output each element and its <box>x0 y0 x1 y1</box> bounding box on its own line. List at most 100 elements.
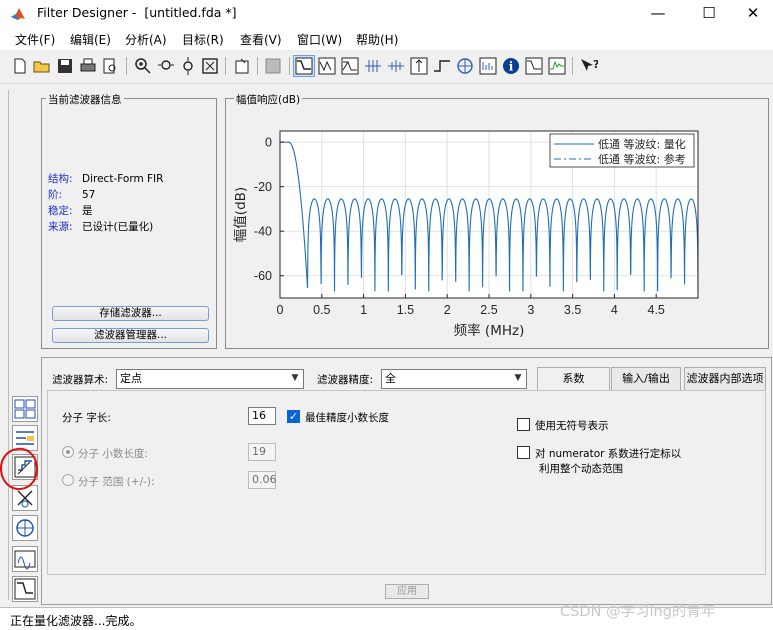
magnitude-response-icon[interactable] <box>293 55 315 77</box>
impulse-response-icon[interactable] <box>409 56 429 76</box>
matlab-logo-icon <box>10 6 26 22</box>
chevron-down-icon: ▼ <box>514 373 522 383</box>
title-bar: Filter Designer - [untitled.fda *] — ☐ ✕ <box>0 0 773 28</box>
group-delay-icon[interactable] <box>363 56 383 76</box>
toolbar: i ? <box>0 50 773 84</box>
tab-coefficients[interactable]: 系数 <box>537 367 610 391</box>
store-filter-button[interactable]: 存储滤波器... <box>52 306 209 321</box>
x-tick-label: 4.5 <box>648 303 665 317</box>
y-tick-label: -40 <box>254 225 272 239</box>
x-tick-label: 1.5 <box>397 303 414 317</box>
menu-targets[interactable]: 目标(R) <box>182 31 224 48</box>
zoom-in-icon[interactable] <box>133 56 153 76</box>
apply-button[interactable]: 应用 <box>385 584 429 599</box>
menu-edit[interactable]: 编辑(E) <box>70 31 111 48</box>
magnitude-response-chart: 0 0.5 1 1.5 2 2.5 3 3.5 4 4.5 0 -20 -40 -60 频率 (MHz) 幅值… <box>233 130 699 339</box>
magnitude-phase-icon[interactable] <box>340 56 360 76</box>
filter-info-title: 当前滤波器信息 <box>46 92 124 107</box>
y-tick-label: -20 <box>254 180 272 194</box>
filter-coefficients-icon[interactable] <box>478 56 498 76</box>
scale-numerator-label-line1: 对 numerator 系数进行定标以 <box>535 448 682 460</box>
numerator-wordlength-label: 分子 字长: <box>62 412 111 424</box>
range-label: 分子 范围 (+/-): <box>78 476 155 488</box>
range-radio[interactable] <box>62 474 74 486</box>
filter-info-icon[interactable]: i <box>501 56 521 76</box>
fraclength-radio[interactable] <box>62 446 74 458</box>
x-tick-label: 1 <box>360 303 367 317</box>
pole-zero-icon[interactable] <box>455 56 475 76</box>
toolbar-separator <box>289 57 290 75</box>
save-icon[interactable] <box>55 56 75 76</box>
toolbar-separator <box>257 57 258 75</box>
toolbar-separator <box>225 57 226 75</box>
full-view-icon[interactable] <box>200 56 220 76</box>
open-folder-icon[interactable] <box>32 56 52 76</box>
info-row-order: 阶: 57 <box>48 189 96 201</box>
info-row-source: 来源: 已设计(已量化) <box>48 221 154 233</box>
menu-help[interactable]: 帮助(H) <box>356 31 398 48</box>
menu-file[interactable]: 文件(F) <box>15 31 55 48</box>
x-tick-label: 3 <box>527 303 534 317</box>
arithmetic-value: 定点 <box>120 372 142 385</box>
status-text: 正在量化滤波器...完成。 <box>10 614 142 628</box>
legend-label-reference: 低通 等波纹: 参考 <box>598 152 686 166</box>
info-row-stable: 稳定: 是 <box>48 205 93 217</box>
svg-text:i: i <box>509 60 514 74</box>
x-tick-label: 2 <box>444 303 451 317</box>
multirate-filter-icon[interactable] <box>12 546 38 572</box>
y-tick-label: -60 <box>254 269 272 283</box>
step-response-icon[interactable] <box>432 56 452 76</box>
menu-view[interactable]: 查看(V) <box>240 31 282 48</box>
phase-response-icon[interactable] <box>317 56 337 76</box>
unsigned-label: 使用无符号表示 <box>535 420 609 432</box>
scale-numerator-checkbox[interactable] <box>517 446 530 459</box>
precision-label: 滤波器精度: <box>317 374 374 386</box>
fraclength-input[interactable]: 19 <box>248 443 276 461</box>
print-icon[interactable] <box>78 56 98 76</box>
filter-manager-button[interactable]: 滤波器管理器... <box>52 328 209 343</box>
unsigned-checkbox[interactable] <box>517 418 530 431</box>
range-input[interactable]: 0.06 <box>248 471 277 489</box>
new-file-icon[interactable] <box>10 56 30 76</box>
import-filter-icon[interactable] <box>12 515 38 541</box>
undock-figure-icon[interactable] <box>232 56 252 76</box>
toolbar-separator <box>572 57 573 75</box>
info-row-structure: 结构: Direct-Form FIR <box>48 173 164 185</box>
maximize-button[interactable]: ☐ <box>686 0 732 28</box>
scale-numerator-label-line2: 利用整个动态范围 <box>539 463 623 475</box>
menu-bar: 文件(F) 编辑(E) 分析(A) 目标(R) 查看(V) 窗口(W) 帮助(H… <box>0 28 773 50</box>
x-tick-label: 0.5 <box>313 303 330 317</box>
best-precision-checkbox[interactable]: ✓ <box>287 410 300 423</box>
magnitude-estimate-icon[interactable] <box>524 56 544 76</box>
arithmetic-select[interactable]: 定点 ▼ <box>116 369 304 389</box>
round-off-noise-icon[interactable] <box>547 56 567 76</box>
transform-filter-icon[interactable] <box>12 396 38 422</box>
legend-label-quantized: 低通 等波纹: 量化 <box>598 137 686 151</box>
precision-select[interactable]: 全 ▼ <box>381 369 527 389</box>
x-tick-label: 3.5 <box>564 303 581 317</box>
y-tick-label: 0 <box>265 136 272 150</box>
whats-this-help-icon[interactable]: ? <box>578 56 598 76</box>
fraclength-label: 分子 小数长度: <box>78 448 148 460</box>
x-tick-label: 4 <box>611 303 618 317</box>
tab-input-output[interactable]: 输入/输出 <box>611 367 681 391</box>
x-tick-label: 2.5 <box>480 303 497 317</box>
menu-analysis[interactable]: 分析(A) <box>125 31 167 48</box>
design-filter-icon[interactable] <box>12 576 38 602</box>
x-axis-label: 频率 (MHz) <box>454 322 525 339</box>
minimize-button[interactable]: — <box>635 0 681 28</box>
close-button[interactable]: ✕ <box>730 0 773 28</box>
chevron-down-icon: ▼ <box>291 373 299 383</box>
svg-text:?: ? <box>593 58 598 71</box>
y-axis-label: 幅值(dB) <box>233 187 249 242</box>
arithmetic-label: 滤波器算术: <box>52 374 109 386</box>
zoom-x-icon[interactable] <box>156 56 176 76</box>
tab-filter-internals[interactable]: 滤波器内部选项 <box>684 367 766 391</box>
menu-window[interactable]: 窗口(W) <box>297 31 342 48</box>
numerator-wordlength-input[interactable]: 16 <box>248 407 276 425</box>
phase-delay-icon[interactable] <box>386 56 406 76</box>
watermark: CSDN @学习ing的青年 <box>560 604 716 620</box>
filter-view-icon[interactable] <box>263 56 283 76</box>
print-preview-icon[interactable] <box>100 56 120 76</box>
zoom-y-icon[interactable] <box>178 56 198 76</box>
